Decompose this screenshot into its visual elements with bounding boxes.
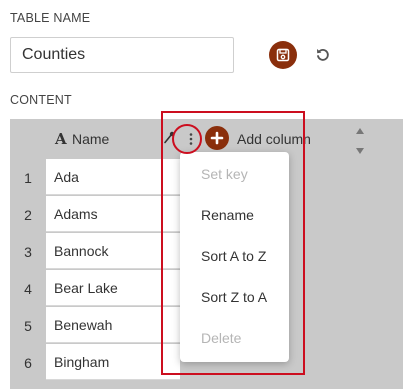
name-cell[interactable]: Bannock <box>46 233 180 269</box>
row-number: 4 <box>24 280 32 297</box>
row-number: 5 <box>24 317 32 334</box>
add-column-label[interactable]: Add column <box>237 131 311 147</box>
column-menu-button[interactable] <box>182 129 200 149</box>
content-label: CONTENT <box>10 93 72 107</box>
floppy-disk-icon <box>276 48 290 62</box>
more-vertical-icon <box>189 133 193 145</box>
table-row: 3 Bannock <box>10 233 180 270</box>
text-type-icon: A <box>55 130 67 148</box>
menu-item-delete[interactable]: Delete <box>201 330 241 346</box>
table-name-input[interactable] <box>10 37 234 73</box>
column-context-menu: Set key Rename Sort A to Z Sort Z to A D… <box>180 152 289 362</box>
menu-item-rename[interactable]: Rename <box>201 207 254 223</box>
table-name-label: TABLE NAME <box>10 11 91 25</box>
table-row: 5 Benewah <box>10 307 180 344</box>
plus-icon <box>210 131 224 145</box>
name-cell[interactable]: Adams <box>46 196 180 232</box>
save-button[interactable] <box>269 41 297 69</box>
scroll-arrows-icon[interactable] <box>355 126 365 156</box>
name-cell[interactable]: Ada <box>46 159 180 195</box>
undo-button[interactable] <box>311 43 335 67</box>
table-row: 6 Bingham <box>10 344 180 381</box>
key-icon <box>164 131 175 144</box>
table-row: 1 Ada <box>10 159 180 196</box>
row-number: 6 <box>24 354 32 371</box>
menu-item-sort-z-a[interactable]: Sort Z to A <box>201 289 267 305</box>
column-name-header[interactable]: Name <box>72 131 109 147</box>
name-cell[interactable]: Benewah <box>46 307 180 343</box>
menu-item-set-key[interactable]: Set key <box>201 166 248 182</box>
name-cell[interactable]: Bear Lake <box>46 270 180 306</box>
row-number: 3 <box>24 243 32 260</box>
table-row: 4 Bear Lake <box>10 270 180 307</box>
menu-item-sort-a-z[interactable]: Sort A to Z <box>201 248 266 264</box>
table-row: 2 Adams <box>10 196 180 233</box>
name-cell[interactable]: Bingham <box>46 344 180 380</box>
row-number: 2 <box>24 206 32 223</box>
add-column-button[interactable] <box>205 126 229 150</box>
row-number: 1 <box>24 169 32 186</box>
undo-icon <box>317 49 329 61</box>
